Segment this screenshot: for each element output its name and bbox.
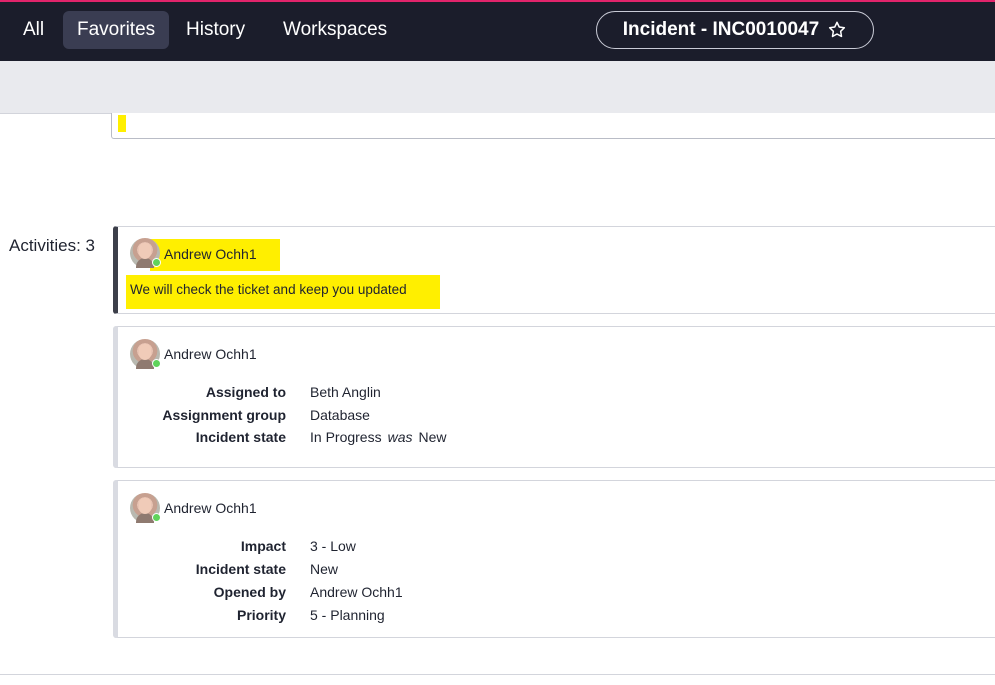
presence-online-icon bbox=[152, 359, 161, 368]
activity-author[interactable]: Andrew Ochh1 bbox=[164, 500, 257, 516]
divider bbox=[0, 674, 995, 675]
field-change-row: Priority 5 - Planning bbox=[118, 607, 995, 627]
field-label: Assigned to bbox=[205, 384, 286, 400]
top-navigation-bar: All Favorites History Workspaces Inciden… bbox=[0, 0, 995, 61]
previous-text-field[interactable] bbox=[111, 113, 995, 139]
field-label: Impact bbox=[240, 538, 286, 554]
nav-all[interactable]: All bbox=[9, 11, 58, 49]
nav-history[interactable]: History bbox=[172, 11, 259, 49]
field-label: Assignment group bbox=[162, 407, 286, 423]
previous-value: New bbox=[418, 429, 447, 445]
field-value: Database bbox=[310, 407, 370, 423]
record-title: Incident - INC0010047 bbox=[622, 19, 820, 40]
activity-comment-card: Andrew Ochh1 We will check the ticket an… bbox=[113, 226, 995, 314]
star-outline-icon[interactable] bbox=[827, 20, 847, 40]
field-value: Andrew Ochh1 bbox=[310, 584, 403, 600]
field-value: New bbox=[310, 561, 339, 577]
field-value: Beth Anglin bbox=[310, 384, 381, 400]
field-change-row: Impact 3 - Low bbox=[118, 538, 995, 558]
nav-workspaces[interactable]: Workspaces bbox=[269, 11, 401, 49]
field-value: 3 - Low bbox=[310, 538, 356, 554]
field-change-row: Opened by Andrew Ochh1 bbox=[118, 584, 995, 604]
field-label: Incident state bbox=[195, 561, 286, 577]
presence-online-icon bbox=[152, 258, 161, 267]
field-label: Opened by bbox=[213, 584, 286, 600]
comment-text: We will check the ticket and keep you up… bbox=[130, 282, 407, 297]
avatar[interactable] bbox=[130, 339, 161, 369]
field-value: In Progress bbox=[310, 429, 382, 445]
was-label: was bbox=[387, 429, 413, 445]
field-label: Incident state bbox=[195, 429, 286, 445]
avatar[interactable] bbox=[130, 493, 161, 523]
activity-field-change-card: Andrew Ochh1 Impact 3 - Low Incident sta… bbox=[113, 480, 995, 638]
activity-field-change-card: Andrew Ochh1 Assigned to Beth Anglin Ass… bbox=[113, 326, 995, 468]
field-change-row: Incident state New bbox=[118, 561, 995, 581]
presence-online-icon bbox=[152, 513, 161, 522]
activity-author[interactable]: Andrew Ochh1 bbox=[164, 346, 257, 362]
text-caret-highlight bbox=[118, 115, 126, 132]
activities-label: Activities: 3 bbox=[9, 236, 95, 255]
field-value: 5 - Planning bbox=[310, 607, 385, 623]
activity-author[interactable]: Andrew Ochh1 bbox=[164, 246, 257, 262]
field-label: Priority bbox=[236, 607, 286, 623]
avatar[interactable] bbox=[130, 238, 161, 268]
field-change-row: Assigned to Beth Anglin bbox=[118, 384, 995, 404]
field-change-row: Assignment group Database bbox=[118, 407, 995, 427]
record-title-pill[interactable]: Incident - INC0010047 bbox=[596, 11, 874, 49]
form-header-bar bbox=[0, 61, 995, 114]
nav-favorites[interactable]: Favorites bbox=[63, 11, 170, 49]
field-value-with-previous: In Progress was New bbox=[310, 429, 447, 445]
field-change-row: Incident state In Progress was New bbox=[118, 429, 995, 449]
